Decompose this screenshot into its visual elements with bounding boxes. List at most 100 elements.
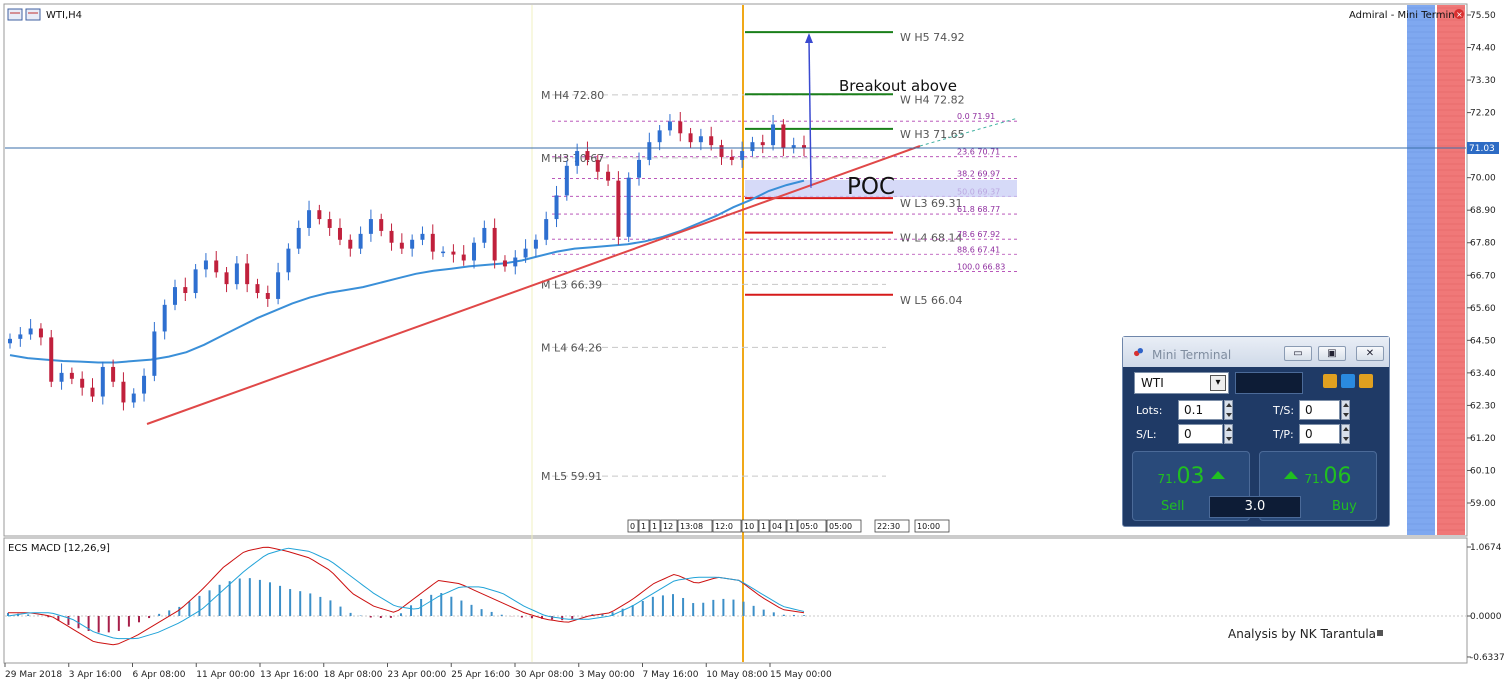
candle-body	[575, 151, 580, 166]
weekly-pivot-label: W L5 66.04	[900, 294, 963, 307]
symbol-select[interactable]: WTI ▾	[1134, 372, 1229, 394]
credit-icon	[1377, 630, 1383, 636]
trading-platform-window: M H4 72.80 M H3 70.67 M L3 66.39 M L4 64.26…	[0, 0, 1511, 687]
price-tick-label: 65.60	[1470, 304, 1496, 314]
candle-body	[80, 378, 85, 388]
candle-body	[492, 227, 497, 261]
sl-label: S/L:	[1136, 428, 1157, 441]
candle-body	[564, 165, 569, 196]
lots-input[interactable]: 0.1	[1178, 400, 1223, 420]
monthly-pivot-label: M L5 59.91	[541, 470, 602, 483]
time-tick-label: 7 May 16:00	[643, 670, 699, 680]
macd-tick-label: 1.0674	[1470, 543, 1502, 553]
time-tick-label: 13 Apr 16:00	[260, 670, 319, 680]
candle-body	[28, 328, 33, 335]
price-tick-label: 73.30	[1470, 76, 1496, 86]
mini-terminal-title: Mini Terminal	[1152, 348, 1232, 362]
monthly-pivot-label: M L4 64.26	[541, 341, 602, 354]
mini-terminal-panel[interactable]: Mini Terminal ▭ ▣ ✕ WTI ▾ Lots: 0.1 S/L:…	[1122, 336, 1390, 527]
price-tick-label: 63.40	[1470, 369, 1496, 379]
sl-stepper[interactable]	[1224, 424, 1233, 444]
account-display	[1235, 372, 1303, 394]
arrow-up-icon	[1210, 470, 1225, 479]
minimize-button[interactable]: ▭	[1284, 346, 1312, 361]
ts-input[interactable]: 0	[1299, 400, 1340, 420]
session-box-label: 22:30	[877, 522, 900, 531]
candle-body	[709, 136, 714, 146]
time-tick-label: 23 Apr 00:00	[388, 670, 447, 680]
svg-text:71.03: 71.03	[1469, 144, 1495, 154]
session-box-label: 1	[652, 522, 657, 531]
fib-level-label: 38.2 69.97	[957, 170, 1000, 179]
close-chart-icon[interactable]: ×	[1454, 9, 1464, 19]
price-tick-label: 66.70	[1470, 271, 1496, 281]
lot-size-input[interactable]: 3.0	[1209, 496, 1301, 518]
candle-body	[327, 219, 332, 228]
candle-body	[760, 142, 765, 146]
candle-body	[255, 284, 260, 294]
gear-icon[interactable]	[1341, 374, 1355, 388]
candle-body	[729, 156, 734, 160]
lots-stepper[interactable]	[1224, 400, 1233, 420]
candle-body	[286, 248, 291, 273]
macd-tick-label: 0.0000	[1470, 612, 1502, 622]
analysis-credit: Analysis by NK Tarantula	[1228, 627, 1376, 641]
monthly-pivot-label: M L3 66.39	[541, 278, 602, 291]
breakout-annotation: Breakout above	[839, 77, 957, 95]
candle-body	[616, 180, 621, 237]
macd-title: ECS MACD [12,26,9]	[8, 543, 110, 554]
session-box-label: 12:0	[715, 522, 733, 531]
restore-button[interactable]: ▣	[1318, 346, 1346, 361]
price-tick-label: 62.30	[1470, 401, 1496, 411]
tp-input[interactable]: 0	[1299, 424, 1340, 444]
candle-body	[111, 366, 116, 382]
candle-body	[719, 145, 724, 157]
candle-body	[399, 242, 404, 249]
sl-input[interactable]: 0	[1178, 424, 1223, 444]
layers-icon[interactable]	[1323, 374, 1337, 388]
chevron-down-icon[interactable]: ▾	[1210, 375, 1226, 391]
tp-label: T/P:	[1273, 428, 1294, 441]
weekly-pivot-label: W H3 71.65	[900, 128, 965, 141]
expand-icon[interactable]	[1359, 374, 1373, 388]
candle-body	[152, 331, 157, 376]
mini-terminal-titlebar[interactable]: Mini Terminal ▭ ▣ ✕	[1123, 337, 1389, 367]
time-tick-label: 30 Apr 08:00	[515, 670, 574, 680]
tp-stepper[interactable]	[1341, 424, 1350, 444]
candle-body	[368, 219, 373, 234]
weekly-pivot-label: W H4 72.82	[900, 93, 965, 106]
candle-body	[121, 381, 126, 403]
candle-body	[430, 233, 435, 252]
candle-body	[771, 124, 776, 146]
candle-body	[554, 195, 559, 220]
weekly-pivot-label: W H5 74.92	[900, 31, 965, 44]
time-tick-label: 18 Apr 08:00	[324, 670, 383, 680]
candle-body	[647, 142, 652, 160]
time-tick-label: 6 Apr 08:00	[133, 670, 186, 680]
monthly-pivot-label: M H3 70.67	[541, 152, 604, 165]
candle-body	[523, 248, 528, 258]
macd-tick-label: -0.6337	[1470, 653, 1505, 663]
candle-body	[781, 124, 786, 149]
sell-price: 71.03	[1133, 464, 1249, 489]
candle-body	[69, 372, 74, 379]
fib-level-label: 61.8 68.77	[957, 205, 1000, 214]
candle-body	[245, 263, 250, 285]
candle-body	[131, 393, 136, 403]
candle-body	[337, 227, 342, 240]
candle-body	[307, 210, 312, 228]
candle-body	[513, 257, 518, 267]
ts-stepper[interactable]	[1341, 400, 1350, 420]
candle-body	[688, 133, 693, 143]
candle-body	[296, 227, 301, 249]
time-tick-label: 29 Mar 2018	[5, 670, 62, 680]
candle-body	[637, 159, 642, 178]
candle-body	[90, 387, 95, 397]
candle-body	[750, 142, 755, 152]
candle-body	[8, 338, 12, 344]
fib-level-label: 78.6 67.92	[957, 230, 1000, 239]
price-tick-label: 60.10	[1470, 466, 1496, 476]
close-button[interactable]: ✕	[1356, 346, 1384, 361]
candle-body	[100, 366, 105, 397]
candle-body	[585, 151, 590, 160]
